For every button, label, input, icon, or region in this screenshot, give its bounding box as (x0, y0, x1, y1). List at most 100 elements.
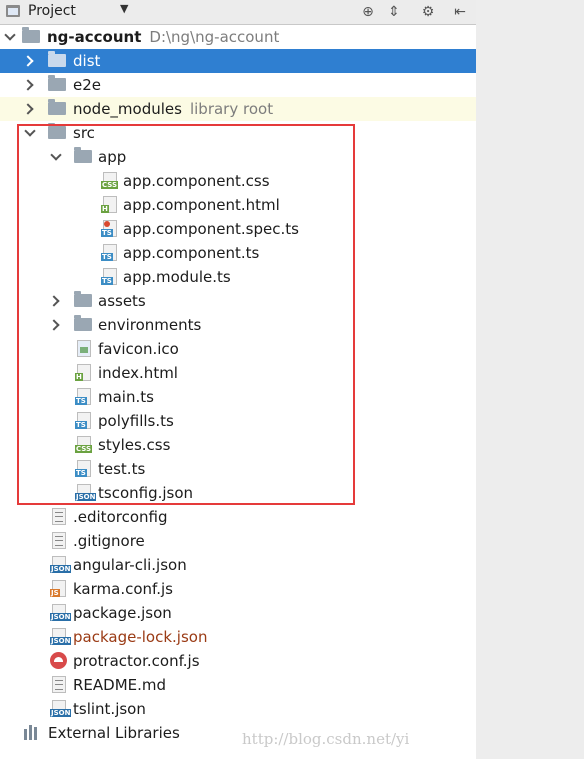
tree-row-dist[interactable]: dist (0, 49, 476, 73)
json-file-icon: JSON (50, 556, 72, 573)
folder-icon (74, 147, 92, 163)
chevron-down-icon[interactable] (4, 31, 16, 43)
json-file-icon: JSON (75, 484, 97, 501)
tree-row-file[interactable]: JSON package-lock.json (0, 625, 476, 649)
tree-item-label: app (98, 148, 127, 166)
tree-item-label: main.ts (98, 388, 154, 406)
tree-item-label: assets (98, 292, 146, 310)
folder-icon (48, 75, 66, 91)
tree-row-file[interactable]: TS polyfills.ts (0, 409, 476, 433)
chevron-right-icon[interactable] (48, 295, 60, 307)
folder-icon (74, 315, 92, 331)
tree-row-file[interactable]: TS test.ts (0, 457, 476, 481)
typescript-file-icon: TS (75, 412, 91, 429)
json-file-icon: JSON (50, 700, 72, 717)
tree-item-label: app.component.css (123, 172, 270, 190)
gear-icon[interactable]: ⚙ (418, 2, 438, 22)
chevron-right-icon[interactable] (48, 319, 60, 331)
javascript-file-icon: JS (50, 580, 66, 597)
tree-item-label: node_modules library root (73, 100, 274, 118)
chevron-down-icon[interactable] (50, 151, 62, 163)
tree-item-label: favicon.ico (98, 340, 179, 358)
tree-row-environments[interactable]: environments (0, 313, 476, 337)
tree-item-label: README.md (73, 676, 167, 694)
project-toolbar: Project ▼ ⊕ ⇕ ⚙ ⇤ (0, 0, 476, 25)
chevron-right-icon[interactable] (22, 103, 34, 115)
image-file-icon (77, 340, 91, 357)
tree-row-file[interactable]: H app.component.html (0, 193, 476, 217)
tree-item-label: app.component.ts (123, 244, 260, 262)
tree-row-file[interactable]: JSON angular-cli.json (0, 553, 476, 577)
tree-row-app[interactable]: app (0, 145, 476, 169)
tree-row-file[interactable]: CSS styles.css (0, 433, 476, 457)
html-file-icon: H (101, 196, 117, 213)
typescript-file-icon: TS (101, 268, 117, 285)
tree-item-label: app.module.ts (123, 268, 231, 286)
tree-row-file[interactable]: README.md (0, 673, 476, 697)
json-file-icon: JSON (50, 628, 72, 645)
project-view-icon (6, 5, 20, 17)
text-file-icon (52, 508, 66, 525)
tree-item-label: angular-cli.json (73, 556, 187, 574)
chevron-right-icon[interactable] (22, 55, 34, 67)
tree-row-file[interactable]: JSON tslint.json (0, 697, 476, 721)
protractor-icon (50, 652, 67, 669)
tree-item-label: protractor.conf.js (73, 652, 200, 670)
chevron-right-icon[interactable] (22, 79, 34, 91)
chevron-down-icon[interactable]: ▼ (120, 2, 128, 15)
tree-row-e2e[interactable]: e2e (0, 73, 476, 97)
tree-row-file[interactable]: TS main.ts (0, 385, 476, 409)
tree-row-file[interactable]: H index.html (0, 361, 476, 385)
tree-item-label: dist (73, 52, 101, 70)
tree-item-label: package-lock.json (73, 628, 208, 646)
tree-item-label: environments (98, 316, 202, 334)
tree-row-file[interactable]: TS app.module.ts (0, 265, 476, 289)
tree-row-file[interactable]: CSS app.component.css (0, 169, 476, 193)
tree-item-label: package.json (73, 604, 172, 622)
html-file-icon: H (75, 364, 91, 381)
tree-row-file[interactable]: .gitignore (0, 529, 476, 553)
tree-row-root[interactable]: ng-account D:\ng\ng-account (0, 25, 476, 49)
typescript-file-icon: TS (101, 244, 117, 261)
typescript-spec-file-icon: TS (101, 220, 117, 237)
tree-row-node-modules[interactable]: node_modules library root (0, 97, 476, 121)
editor-area-background (476, 0, 584, 759)
typescript-file-icon: TS (75, 460, 91, 477)
tree-row-src[interactable]: src (0, 121, 476, 145)
tree-row-assets[interactable]: assets (0, 289, 476, 313)
chevron-down-icon[interactable] (24, 127, 36, 139)
tree-row-file[interactable]: protractor.conf.js (0, 649, 476, 673)
tree-item-label: .editorconfig (73, 508, 168, 526)
css-file-icon: CSS (101, 172, 119, 189)
folder-icon (22, 27, 40, 43)
tree-row-file[interactable]: JSON package.json (0, 601, 476, 625)
tree-row-file[interactable]: JS karma.conf.js (0, 577, 476, 601)
folder-icon (48, 99, 66, 115)
project-view-title[interactable]: Project (28, 3, 76, 19)
tree-row-file[interactable]: .editorconfig (0, 505, 476, 529)
library-icon (24, 725, 42, 740)
tree-row-file[interactable]: favicon.ico (0, 337, 476, 361)
css-file-icon: CSS (75, 436, 93, 453)
json-file-icon: JSON (50, 604, 72, 621)
tree-item-label: tsconfig.json (98, 484, 194, 502)
text-file-icon (52, 676, 66, 693)
target-icon[interactable]: ⊕ (358, 2, 378, 22)
tree-item-label: ng-account D:\ng\ng-account (47, 28, 280, 46)
folder-icon (48, 123, 66, 139)
tree-item-label: .gitignore (73, 532, 145, 550)
tree-row-file[interactable]: TS app.component.ts (0, 241, 476, 265)
watermark-text: http://blog.csdn.net/yi (242, 730, 410, 748)
tree-item-label: karma.conf.js (73, 580, 173, 598)
tree-row-file[interactable]: TS app.component.spec.ts (0, 217, 476, 241)
tree-item-label: tslint.json (73, 700, 146, 718)
tree-item-label: index.html (98, 364, 178, 382)
hide-panel-icon[interactable]: ⇤ (450, 2, 470, 22)
typescript-file-icon: TS (75, 388, 91, 405)
tree-item-label: test.ts (98, 460, 146, 478)
collapse-all-icon[interactable]: ⇕ (384, 2, 404, 22)
tree-item-label: app.component.html (123, 196, 280, 214)
tree-item-label: app.component.spec.ts (123, 220, 299, 238)
tree-row-file[interactable]: JSON tsconfig.json (0, 481, 476, 505)
tree-item-label: styles.css (98, 436, 171, 454)
